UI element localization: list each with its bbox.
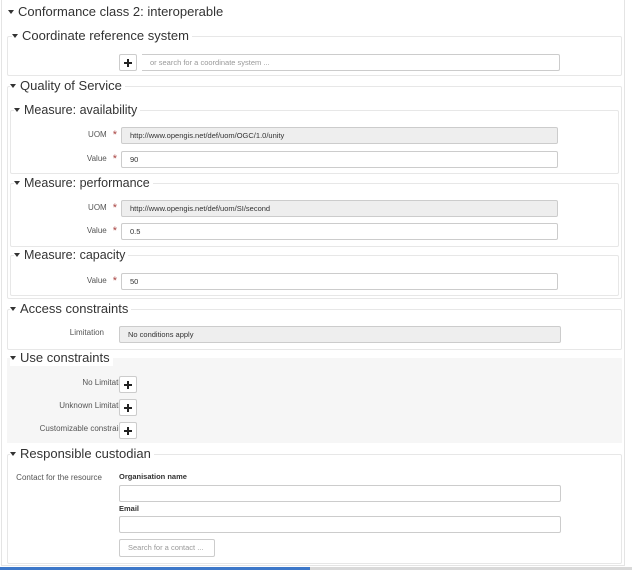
customizable-constraints-label: Customizable constraints (39, 424, 129, 433)
conformance-title: Conformance class 2: interoperable (18, 4, 224, 19)
required-asterisk: * (112, 202, 117, 214)
plus-icon (124, 58, 132, 67)
required-asterisk: * (112, 129, 117, 141)
capacity-value-label: Value * (86, 275, 117, 287)
plus-icon (124, 403, 132, 412)
required-asterisk: * (112, 225, 117, 237)
performance-legend[interactable]: Measure: performance (14, 175, 153, 191)
caret-down-icon (10, 355, 16, 360)
availability-title: Measure: availability (24, 103, 138, 117)
performance-uom-label: UOM * (88, 202, 117, 214)
capacity-title: Measure: capacity (24, 248, 126, 262)
caret-down-icon (14, 180, 20, 185)
contact-for-resource-label: Contact for the resource (16, 473, 102, 482)
access-legend[interactable]: Access constraints (10, 301, 132, 317)
capacity-legend[interactable]: Measure: capacity (14, 247, 129, 263)
search-contact-input[interactable]: Search for a contact ... (119, 539, 215, 557)
capacity-value-input[interactable]: 50 (121, 273, 558, 290)
caret-down-icon (10, 306, 16, 311)
performance-value-input[interactable]: 0.5 (121, 223, 558, 240)
performance-title: Measure: performance (24, 176, 150, 190)
caret-down-icon (14, 252, 20, 257)
organisation-name-label: Organisation name (119, 472, 187, 481)
caret-down-icon (10, 451, 16, 456)
crs-title: Coordinate reference system (22, 28, 189, 43)
email-label: Email (119, 504, 140, 513)
add-crs-button[interactable] (119, 54, 137, 71)
horizontal-scrollbar-thumb[interactable] (0, 567, 310, 570)
qos-legend[interactable]: Quality of Service (10, 78, 125, 94)
email-input[interactable] (119, 516, 561, 533)
limitation-label: Limitation (69, 328, 104, 337)
add-customizable-constraints-button[interactable] (119, 422, 137, 439)
availability-uom-field[interactable]: http://www.opengis.net/def/uom/OGC/1.0/u… (121, 127, 558, 144)
required-asterisk: * (112, 153, 117, 165)
custodian-fieldset (7, 454, 622, 564)
horizontal-scrollbar-track[interactable] (310, 567, 632, 570)
caret-down-icon (14, 107, 20, 112)
access-title: Access constraints (20, 301, 129, 316)
caret-down-icon (10, 83, 16, 88)
required-asterisk: * (112, 275, 117, 287)
crs-search-input[interactable]: or search for a coordinate system ... (142, 54, 560, 71)
add-unknown-limitation-button[interactable] (119, 399, 137, 416)
use-legend[interactable]: Use constraints (10, 350, 113, 366)
qos-title: Quality of Service (20, 78, 122, 93)
use-title: Use constraints (20, 350, 110, 365)
caret-down-icon (8, 9, 14, 14)
conformance-legend[interactable]: Conformance class 2: interoperable (8, 4, 223, 20)
performance-value-label: Value * (86, 225, 117, 237)
plus-icon (124, 380, 132, 389)
availability-uom-label: UOM * (88, 129, 117, 141)
custodian-legend[interactable]: Responsible custodian (10, 446, 154, 462)
availability-value-input[interactable]: 90 (121, 151, 558, 168)
custodian-title: Responsible custodian (20, 446, 151, 461)
crs-legend[interactable]: Coordinate reference system (12, 28, 192, 44)
performance-uom-field[interactable]: http://www.opengis.net/def/uom/SI/second (121, 200, 558, 217)
caret-down-icon (12, 33, 18, 38)
add-no-limitation-button[interactable] (119, 376, 137, 393)
plus-icon (124, 426, 132, 435)
organisation-name-input[interactable] (119, 485, 561, 502)
availability-value-label: Value * (86, 153, 117, 165)
limitation-field[interactable]: No conditions apply (119, 326, 561, 343)
availability-legend[interactable]: Measure: availability (14, 102, 141, 118)
